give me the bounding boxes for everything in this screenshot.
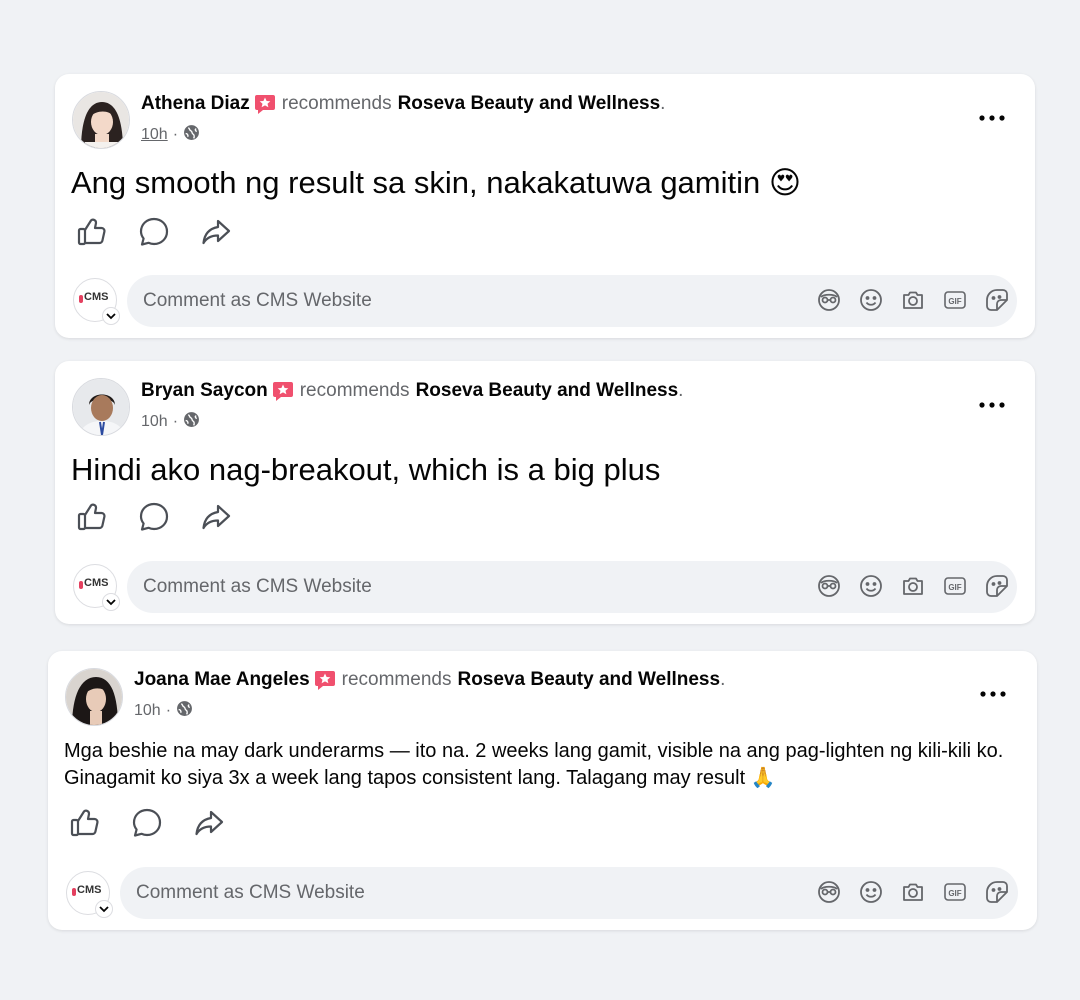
share-arrow-icon[interactable] <box>199 215 233 249</box>
meta-separator: · <box>165 702 172 719</box>
post-time[interactable]: 10h <box>141 126 168 144</box>
avatar-sticker-icon[interactable] <box>817 574 841 598</box>
share-arrow-icon[interactable] <box>199 500 233 534</box>
cms-logo-mark <box>79 295 83 303</box>
emoji-icon[interactable] <box>859 574 883 598</box>
camera-icon[interactable] <box>901 880 925 904</box>
post-header: Joana Mae Angeles recommends Roseva Beau… <box>134 669 725 691</box>
comment-bubble-icon[interactable] <box>130 806 164 840</box>
page-name[interactable]: Roseva Beauty and Wellness <box>457 669 720 691</box>
commenter-avatar[interactable]: CMS <box>66 871 113 918</box>
meta-separator: · <box>172 126 179 143</box>
chevron-down-icon[interactable] <box>102 307 120 325</box>
post-card: Athena Diaz recommends Roseva Beauty and… <box>55 74 1035 338</box>
recommends-text: recommends <box>341 669 452 690</box>
meta-separator: · <box>172 413 179 430</box>
post-text: Hindi ako nag-breakout, which is a big p… <box>71 452 661 487</box>
page-name[interactable]: Roseva Beauty and Wellness <box>416 380 679 402</box>
globe-icon <box>176 700 193 722</box>
author-avatar[interactable] <box>72 91 130 149</box>
post-header: Athena Diaz recommends Roseva Beauty and… <box>141 93 665 115</box>
comment-tools: GIF <box>817 574 1009 598</box>
sticker-icon[interactable] <box>985 288 1009 312</box>
gif-icon[interactable]: GIF <box>943 880 967 904</box>
post-meta: 10h · <box>141 411 200 433</box>
post-time[interactable]: 10h <box>134 702 161 720</box>
post-actions <box>75 500 233 534</box>
post-meta: 10h · <box>134 700 193 722</box>
comment-tools: GIF <box>817 288 1009 312</box>
thumbs-up-icon[interactable] <box>68 806 102 840</box>
emoji-icon[interactable] <box>859 880 883 904</box>
author-avatar[interactable] <box>72 378 130 436</box>
comment-tools: GIF <box>817 880 1009 904</box>
avatar-sticker-icon[interactable] <box>817 880 841 904</box>
comment-bubble-icon[interactable] <box>137 215 171 249</box>
post-meta: 10h · <box>141 124 200 146</box>
post-text: Mga beshie na may dark underarms — ito n… <box>64 740 1004 789</box>
more-dots-icon[interactable] <box>977 108 1007 128</box>
gif-icon[interactable]: GIF <box>943 288 967 312</box>
recommend-star-icon <box>254 93 276 115</box>
comment-input[interactable] <box>136 867 596 919</box>
chevron-down-icon[interactable] <box>102 593 120 611</box>
author-name[interactable]: Bryan Saycon <box>141 380 268 402</box>
cms-logo-mark <box>72 888 76 896</box>
svg-text:GIF: GIF <box>948 297 961 306</box>
post-card: Bryan Saycon recommends Roseva Beauty an… <box>55 361 1035 624</box>
globe-icon <box>183 124 200 146</box>
commenter-avatar-text: CMS <box>77 884 102 896</box>
commenter-avatar-text: CMS <box>84 577 109 589</box>
post-header: Bryan Saycon recommends Roseva Beauty an… <box>141 380 683 402</box>
camera-icon[interactable] <box>901 288 925 312</box>
post-actions <box>68 806 226 840</box>
comment-bubble-icon[interactable] <box>137 500 171 534</box>
post-card: Joana Mae Angeles recommends Roseva Beau… <box>48 651 1037 930</box>
page-name[interactable]: Roseva Beauty and Wellness <box>398 93 661 115</box>
commenter-avatar-text: CMS <box>84 291 109 303</box>
author-avatar[interactable] <box>65 668 123 726</box>
post-time[interactable]: 10h <box>141 413 168 431</box>
comment-box: GIF <box>120 867 1018 919</box>
more-dots-icon[interactable] <box>977 395 1007 415</box>
gif-icon[interactable]: GIF <box>943 574 967 598</box>
commenter-avatar[interactable]: CMS <box>73 564 120 611</box>
comment-input[interactable] <box>143 275 603 327</box>
header-period: . <box>678 380 684 401</box>
svg-text:GIF: GIF <box>948 889 961 898</box>
post-actions <box>75 215 233 249</box>
author-name[interactable]: Athena Diaz <box>141 93 250 115</box>
cms-logo-mark <box>79 581 83 589</box>
more-dots-icon[interactable] <box>978 684 1008 704</box>
share-arrow-icon[interactable] <box>192 806 226 840</box>
header-period: . <box>660 93 666 114</box>
comment-box: GIF <box>127 561 1017 613</box>
recommends-text: recommends <box>299 380 410 401</box>
camera-icon[interactable] <box>901 574 925 598</box>
author-name[interactable]: Joana Mae Angeles <box>134 669 310 691</box>
comment-box: GIF <box>127 275 1017 327</box>
commenter-avatar[interactable]: CMS <box>73 278 120 325</box>
chevron-down-icon[interactable] <box>95 900 113 918</box>
emoji-icon[interactable] <box>859 288 883 312</box>
recommend-star-icon <box>314 669 336 691</box>
post-text: Ang smooth ng result sa skin, nakakatuwa… <box>71 165 802 200</box>
svg-text:GIF: GIF <box>948 583 961 592</box>
sticker-icon[interactable] <box>985 880 1009 904</box>
sticker-icon[interactable] <box>985 574 1009 598</box>
globe-icon <box>183 411 200 433</box>
recommend-star-icon <box>272 380 294 402</box>
recommends-text: recommends <box>281 93 392 114</box>
header-period: . <box>720 669 726 690</box>
comment-input[interactable] <box>143 561 603 613</box>
thumbs-up-icon[interactable] <box>75 215 109 249</box>
thumbs-up-icon[interactable] <box>75 500 109 534</box>
avatar-sticker-icon[interactable] <box>817 288 841 312</box>
